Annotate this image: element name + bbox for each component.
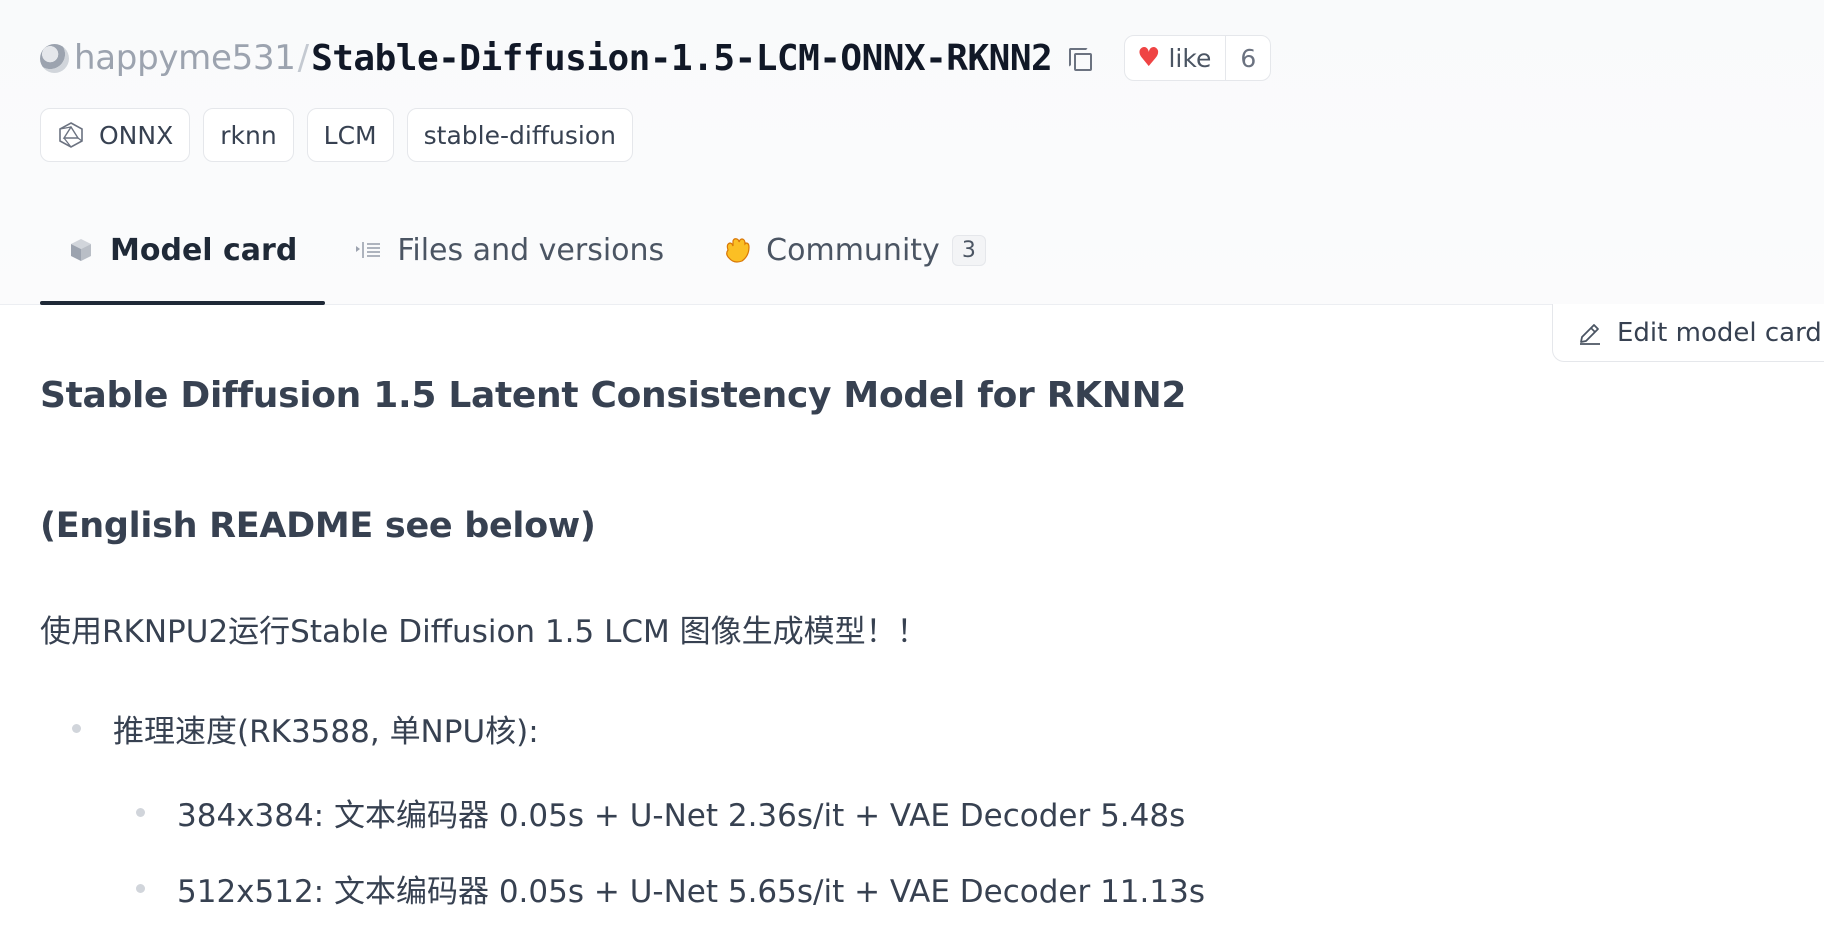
bullet-icon [136, 808, 145, 817]
tag-onnx[interactable]: ONNX [40, 108, 191, 162]
tag-label: rknn [220, 120, 277, 150]
like-button[interactable]: ♥ like 6 [1124, 35, 1272, 81]
tag-label: ONNX [99, 120, 174, 150]
cube-icon [71, 239, 91, 261]
tab-model-card[interactable]: Model card [40, 196, 326, 305]
owner-avatar[interactable] [40, 43, 69, 73]
hand-icon [726, 238, 750, 263]
page-title: Stable Diffusion 1.5 Latent Consistency … [40, 375, 1187, 416]
repo-tabs: Model card Files and versions Community … [40, 196, 1014, 305]
like-count[interactable]: 6 [1226, 44, 1270, 73]
edit-label: Edit model card [1617, 317, 1822, 348]
pencil-icon [1580, 323, 1600, 345]
list-item: 推理速度(RK3588, 单NPU核): [72, 706, 539, 751]
repo-owner-link[interactable]: happyme531 [74, 38, 296, 78]
tag-stable-diffusion[interactable]: stable-diffusion [406, 108, 633, 162]
list-item: 512x512: 文本编码器 0.05s + U-Net 5.65s/it + … [136, 866, 1205, 911]
community-count-badge: 3 [951, 234, 986, 266]
list-item: 384x384: 文本编码器 0.05s + U-Net 2.36s/it + … [136, 790, 1185, 835]
onnx-icon [59, 122, 83, 148]
repo-name-link[interactable]: Stable-Diffusion-1.5-LCM-ONNX-RKNN2 [311, 38, 1053, 79]
tab-label: Model card [110, 232, 298, 268]
tab-files-and-versions[interactable]: Files and versions [325, 196, 692, 304]
bullet-icon [136, 884, 145, 893]
tag-label: LCM [323, 120, 377, 150]
section-heading: (English README see below) [40, 506, 596, 546]
list-item-text: 推理速度(RK3588, 单NPU核): [113, 714, 539, 750]
tag-label: stable-diffusion [423, 120, 616, 150]
model-card-content: Stable Diffusion 1.5 Latent Consistency … [40, 374, 1540, 910]
tag-rknn[interactable]: rknn [203, 108, 294, 162]
like-toggle[interactable]: ♥ like [1125, 36, 1227, 80]
tag-lcm[interactable]: LCM [306, 108, 394, 162]
edit-model-card-button[interactable]: Edit model card [1552, 304, 1824, 362]
tab-label: Files and versions [397, 232, 665, 268]
tab-community[interactable]: Community 3 [692, 196, 1014, 304]
like-label: like [1168, 43, 1212, 73]
repo-header: happyme531 / Stable-Diffusion-1.5-LCM-ON… [0, 0, 1824, 305]
tag-list: ONNX rknn LCM stable-diffusion [40, 108, 633, 162]
intro-paragraph: 使用RKNPU2运行Stable Diffusion 1.5 LCM 图像生成模… [40, 614, 928, 650]
heart-icon: ♥ [1137, 43, 1161, 73]
files-icon [356, 242, 381, 258]
copy-icon[interactable] [1066, 45, 1093, 71]
list-item-text: 512x512: 文本编码器 0.05s + U-Net 5.65s/it + … [177, 874, 1205, 910]
repo-path-separator: / [297, 38, 310, 78]
repo-title-row: happyme531 / Stable-Diffusion-1.5-LCM-ON… [40, 34, 1272, 82]
list-item-text: 384x384: 文本编码器 0.05s + U-Net 2.36s/it + … [177, 798, 1186, 834]
bullet-icon [72, 724, 81, 733]
tab-label: Community [766, 232, 940, 268]
